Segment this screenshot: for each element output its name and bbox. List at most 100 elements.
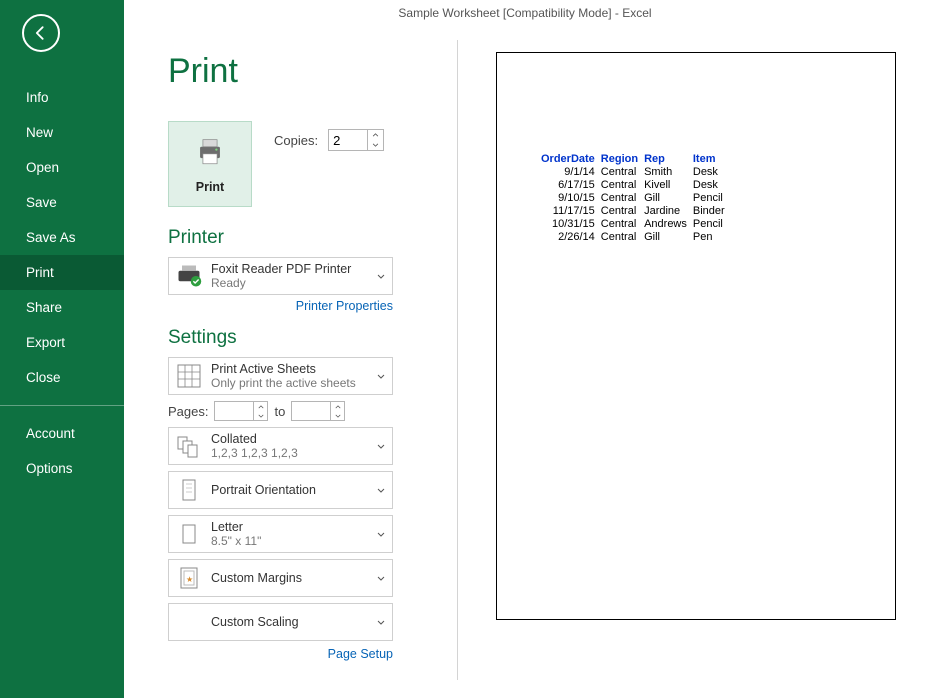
preview-cell: Smith	[644, 166, 693, 179]
preview-cell: 9/10/15	[541, 192, 601, 205]
sidebar-item-save[interactable]: Save	[0, 185, 124, 220]
sidebar-item-new[interactable]: New	[0, 115, 124, 150]
preview-row: 9/10/15CentralGillPencil	[541, 192, 731, 205]
paper-icon	[175, 520, 203, 548]
preview-header: Item	[693, 153, 731, 166]
preview-cell: 2/26/14	[541, 231, 601, 244]
orientation-icon	[175, 476, 203, 504]
preview-row: 10/31/15CentralAndrewsPencil	[541, 218, 731, 231]
paper-size-select[interactable]: Letter 8.5" x 11"	[168, 515, 393, 553]
chevron-up-icon	[372, 133, 379, 137]
orientation-select[interactable]: Portrait Orientation	[168, 471, 393, 509]
preview-cell: Central	[601, 205, 644, 218]
pages-to-up[interactable]	[331, 402, 344, 411]
copies-label: Copies:	[274, 133, 318, 148]
preview-cell: Kivell	[644, 179, 693, 192]
sidebar-item-share[interactable]: Share	[0, 290, 124, 325]
chevron-down-icon	[377, 274, 385, 279]
sidebar-item-open[interactable]: Open	[0, 150, 124, 185]
preview-table: OrderDateRegionRepItem 9/1/14CentralSmit…	[541, 153, 731, 244]
chevron-down-icon	[377, 532, 385, 537]
preview-cell: Pencil	[693, 192, 731, 205]
collate-line2: 1,2,3 1,2,3 1,2,3	[211, 446, 368, 460]
collate-icon	[175, 432, 203, 460]
preview-header: Region	[601, 153, 644, 166]
sidebar-item-save-as[interactable]: Save As	[0, 220, 124, 255]
chevron-down-icon	[372, 143, 379, 147]
pages-to-label: to	[274, 404, 285, 419]
preview-cell: Binder	[693, 205, 731, 218]
sidebar-item-print[interactable]: Print	[0, 255, 124, 290]
pages-to-down[interactable]	[331, 411, 344, 420]
printer-name: Foxit Reader PDF Printer	[211, 262, 368, 276]
settings-heading: Settings	[168, 327, 438, 349]
sidebar-item-export[interactable]: Export	[0, 325, 124, 360]
printer-heading: Printer i	[168, 227, 438, 249]
margins-line1: Custom Margins	[211, 571, 368, 585]
pages-to-spinner[interactable]	[291, 401, 345, 421]
preview-row: 2/26/14CentralGillPen	[541, 231, 731, 244]
preview-cell: Central	[601, 179, 644, 192]
preview-cell: Central	[601, 192, 644, 205]
printer-status: Ready	[211, 276, 368, 290]
preview-cell: Pen	[693, 231, 731, 244]
print-button-label: Print	[196, 180, 224, 194]
preview-header: Rep	[644, 153, 693, 166]
copies-spinner[interactable]	[328, 129, 384, 151]
pages-from-up[interactable]	[254, 402, 267, 411]
chevron-down-icon	[377, 374, 385, 379]
pages-to-input[interactable]	[292, 402, 330, 420]
page-setup-link[interactable]: Page Setup	[168, 647, 393, 661]
arrow-left-icon	[31, 23, 51, 43]
preview-cell: Central	[601, 218, 644, 231]
preview-cell: 9/1/14	[541, 166, 601, 179]
copies-input[interactable]	[329, 130, 367, 150]
printer-select[interactable]: Foxit Reader PDF Printer Ready	[168, 257, 393, 295]
chevron-down-icon	[377, 488, 385, 493]
preview-cell: Gill	[644, 192, 693, 205]
collate-select[interactable]: Collated 1,2,3 1,2,3 1,2,3	[168, 427, 393, 465]
preview-cell: Desk	[693, 166, 731, 179]
pages-from-down[interactable]	[254, 411, 267, 420]
preview-row: 9/1/14CentralSmithDesk	[541, 166, 731, 179]
back-button[interactable]	[22, 14, 60, 52]
sidebar-item-options[interactable]: Options	[0, 451, 124, 486]
scaling-select[interactable]: Custom Scaling	[168, 603, 393, 641]
pages-from-spinner[interactable]	[214, 401, 268, 421]
preview-cell: 6/17/15	[541, 179, 601, 192]
printer-heading-label: Printer	[168, 227, 224, 248]
preview-row: 6/17/15CentralKivellDesk	[541, 179, 731, 192]
sidebar-item-info[interactable]: Info	[0, 80, 124, 115]
scaling-icon	[175, 608, 203, 636]
preview-cell: Central	[601, 231, 644, 244]
preview-header: OrderDate	[541, 153, 601, 166]
copies-up-button[interactable]	[368, 130, 383, 140]
preview-cell: 10/31/15	[541, 218, 601, 231]
sidebar-item-account[interactable]: Account	[0, 416, 124, 451]
svg-text:★: ★	[186, 575, 193, 584]
preview-row: 11/17/15CentralJardineBinder	[541, 205, 731, 218]
copies-down-button[interactable]	[368, 140, 383, 150]
chevron-down-icon	[377, 620, 385, 625]
preview-cell: Jardine	[644, 205, 693, 218]
backstage-sidebar: Info New Open Save Save As Print Share E…	[0, 0, 124, 698]
margins-select[interactable]: ★ Custom Margins	[168, 559, 393, 597]
printer-properties-link[interactable]: Printer Properties	[168, 299, 393, 313]
sidebar-item-close[interactable]: Close	[0, 360, 124, 395]
collate-line1: Collated	[211, 432, 368, 446]
pages-label: Pages:	[168, 404, 208, 419]
preview-cell: Desk	[693, 179, 731, 192]
preview-cell: Pencil	[693, 218, 731, 231]
preview-cell: Gill	[644, 231, 693, 244]
margins-icon: ★	[175, 564, 203, 592]
print-button[interactable]: Print	[168, 121, 252, 207]
scaling-line1: Custom Scaling	[211, 615, 368, 629]
page-title: Print	[168, 52, 438, 91]
print-what-select[interactable]: Print Active Sheets Only print the activ…	[168, 357, 393, 395]
sheets-icon	[175, 362, 203, 390]
paper-line1: Letter	[211, 520, 368, 534]
pages-from-input[interactable]	[215, 402, 253, 420]
sidebar-divider	[0, 405, 124, 406]
preview-cell: Andrews	[644, 218, 693, 231]
chevron-down-icon	[377, 576, 385, 581]
